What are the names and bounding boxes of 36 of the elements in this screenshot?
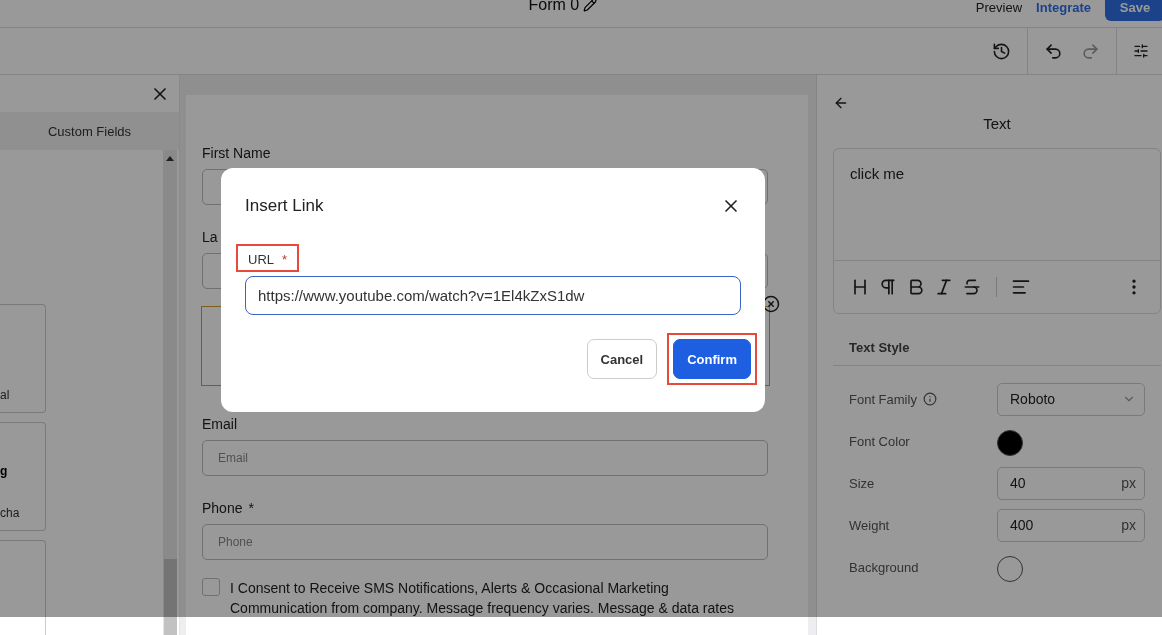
property-label: Size: [849, 475, 875, 491]
number-input[interactable]: 400 px: [997, 508, 1145, 542]
url-input[interactable]: https://www.youtube.com/watch?v=1El4kZxS1dw: [245, 276, 741, 315]
card-text: cha: [0, 506, 21, 520]
header-action[interactable]: Preview: [975, 0, 1023, 21]
property-label: Weight: [849, 517, 890, 533]
text-editor[interactable]: click me: [833, 148, 1161, 314]
placeholder-text: Phone: [218, 535, 253, 549]
field-card[interactable]: al: [0, 304, 46, 413]
field-label: La: [202, 229, 218, 245]
font-select[interactable]: Roboto: [997, 382, 1145, 416]
property-label: Font Color: [849, 433, 910, 449]
editor-text[interactable]: click me: [834, 149, 1160, 261]
consent-text: I Consent to Receive SMS Notifications, Alerts & Occasional Marketing Communication from company. Message frequency varies. Message & data rates: [230, 579, 734, 618]
field-label: First Name: [202, 145, 271, 161]
confirm-button[interactable]: Confirm: [673, 339, 751, 379]
url-label: URL *: [236, 244, 300, 272]
placeholder-text: Email: [218, 451, 248, 465]
card-text: g: [0, 464, 9, 478]
cancel-button[interactable]: Cancel: [586, 339, 658, 379]
panel-tab[interactable]: Custom Fields: [0, 112, 179, 150]
field-card[interactable]: g cha: [0, 422, 46, 531]
panel-title: Text: [983, 115, 1011, 132]
card-text: al: [0, 388, 11, 402]
property-label: Font Family: [849, 391, 917, 407]
dialog-title: Insert Link: [245, 196, 324, 216]
unit-label: px: [1121, 475, 1136, 491]
header-link[interactable]: Integrate: [1036, 0, 1091, 21]
property-label: Background: [849, 559, 919, 575]
field-label: Phone: [202, 500, 243, 516]
save-button[interactable]: Save: [1105, 0, 1162, 21]
unit-label: px: [1121, 517, 1136, 533]
field-label: Email: [202, 416, 237, 432]
number-input[interactable]: 40 px: [997, 466, 1145, 500]
section-title: Text Style: [833, 340, 1161, 366]
required-mark: *: [248, 500, 254, 516]
